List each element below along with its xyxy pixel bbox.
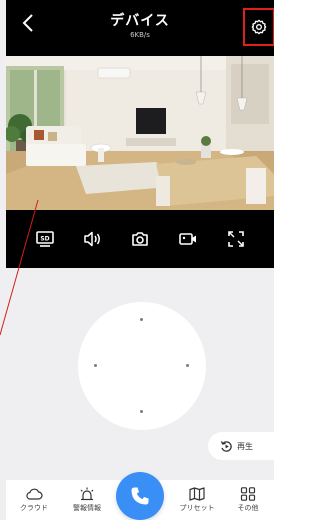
- camera-live-view[interactable]: [6, 56, 274, 210]
- ptz-joystick[interactable]: [78, 302, 206, 430]
- tab-preset[interactable]: プリセット: [172, 480, 222, 520]
- tab-cloud[interactable]: クラウド: [12, 480, 56, 520]
- tab-other-label: その他: [237, 504, 259, 512]
- snapshot-button[interactable]: [129, 228, 151, 250]
- gear-icon: [251, 19, 267, 35]
- replay-button[interactable]: 再生: [208, 432, 274, 460]
- alarm-light-icon: [80, 487, 94, 501]
- bitrate-label: 6KB/s: [130, 31, 150, 39]
- video-record-icon: [179, 233, 196, 245]
- sd-quality-button[interactable]: SD: [34, 228, 56, 250]
- ptz-left-indicator[interactable]: [94, 364, 97, 367]
- fullscreen-icon: [228, 231, 244, 247]
- call-button[interactable]: [116, 472, 164, 520]
- tab-preset-label: プリセット: [179, 504, 215, 512]
- record-button[interactable]: [177, 228, 199, 250]
- cloud-icon: [26, 488, 43, 500]
- speaker-icon: [84, 231, 100, 247]
- ptz-up-indicator[interactable]: [140, 318, 143, 321]
- speaker-button[interactable]: [81, 228, 103, 250]
- replay-label: 再生: [237, 441, 253, 451]
- ptz-right-indicator[interactable]: [186, 364, 189, 367]
- camera-snapshot-icon: [132, 232, 148, 246]
- camera-toolbar: SD: [6, 210, 274, 268]
- page-title: デバイス: [110, 13, 170, 29]
- map-icon: [189, 487, 205, 501]
- room-image: [6, 56, 274, 210]
- ptz-down-indicator[interactable]: [140, 410, 143, 413]
- phone-icon: [131, 487, 149, 505]
- tab-alarm[interactable]: 警報情報: [62, 480, 112, 520]
- sd-quality-icon: SD: [36, 231, 54, 247]
- tab-other[interactable]: その他: [228, 480, 268, 520]
- tab-cloud-label: クラウド: [20, 504, 48, 512]
- grid-icon: [240, 487, 256, 501]
- settings-button[interactable]: [243, 8, 274, 46]
- fullscreen-button[interactable]: [225, 228, 247, 250]
- app-screen: デバイス 6KB/s SD 再生 クラウド 警報情報 プリセット その他: [0, 0, 274, 520]
- header-bar: デバイス 6KB/s: [6, 0, 274, 56]
- replay-icon: [220, 440, 232, 452]
- sd-label: SD: [40, 236, 49, 243]
- tab-alarm-label: 警報情報: [73, 504, 101, 512]
